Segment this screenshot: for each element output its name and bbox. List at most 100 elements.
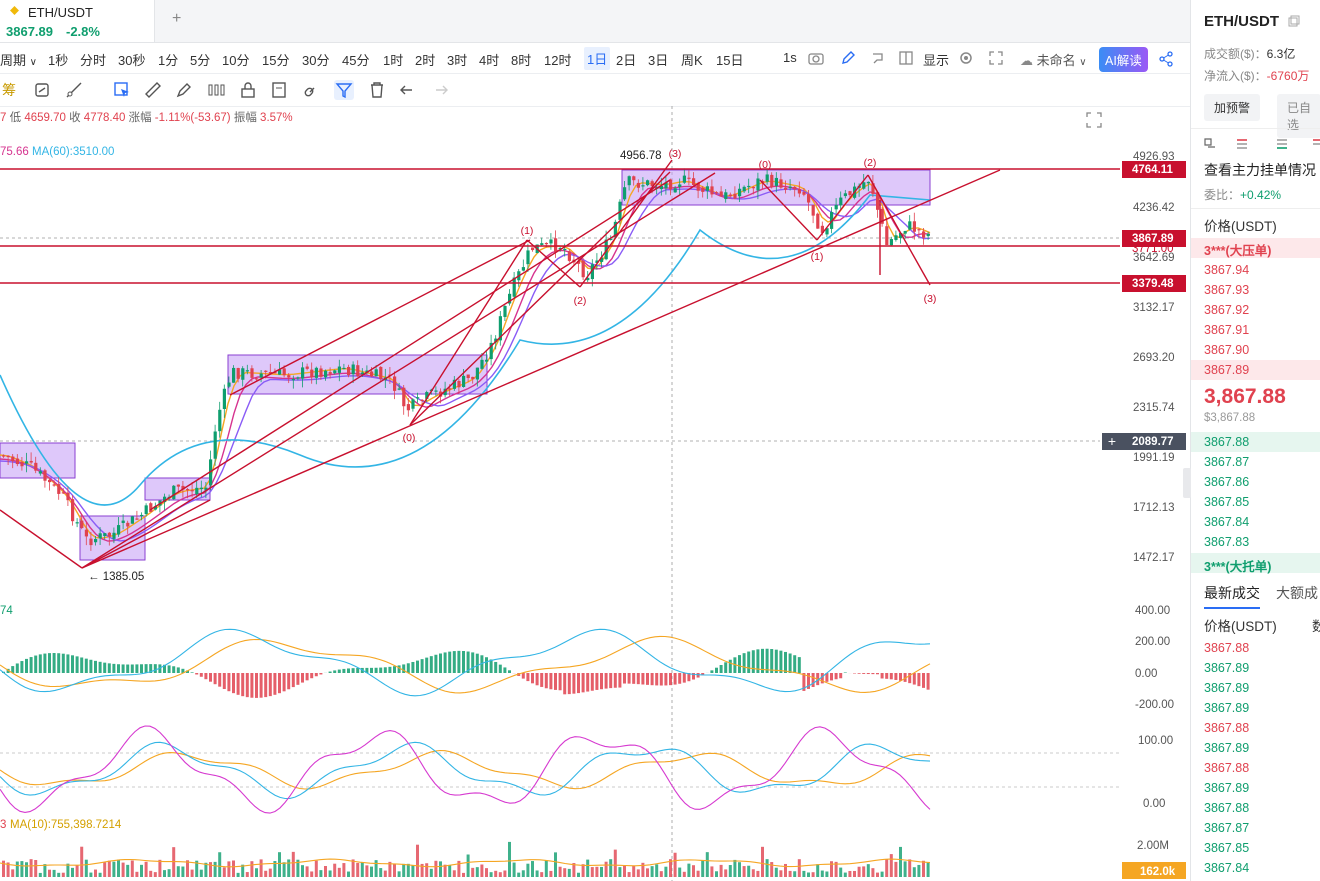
candle-body <box>738 188 742 197</box>
ray-line-icon[interactable] <box>64 80 84 100</box>
orderbook-more-icon[interactable] <box>1311 137 1320 151</box>
current-price-tag: 3867.89 <box>1132 233 1174 245</box>
wave-label: (2) <box>864 157 877 169</box>
interval-11[interactable]: 2时 <box>415 50 435 69</box>
filter-icon[interactable] <box>334 80 354 100</box>
interval-9[interactable]: 45分 <box>342 50 369 69</box>
interval-16[interactable]: 1日 <box>584 47 611 70</box>
interval-3[interactable]: 30秒 <box>118 50 145 69</box>
trash-icon[interactable] <box>367 80 387 100</box>
layout-selector[interactable]: ☁ 未命名 ∨ <box>1020 50 1087 69</box>
interval-13[interactable]: 4时 <box>479 50 499 69</box>
interval-15[interactable]: 12时 <box>544 50 571 69</box>
interval-10[interactable]: 1时 <box>383 50 403 69</box>
orderbook-both-icon[interactable] <box>1203 137 1217 151</box>
volume-bar <box>25 862 28 877</box>
big-bid-label: 3***(大托单) <box>1204 560 1272 574</box>
watchlist-button[interactable]: 已自选 <box>1277 94 1320 138</box>
interval-5[interactable]: 5分 <box>190 50 210 69</box>
interval-1[interactable]: 1秒 <box>48 50 68 69</box>
interval-7[interactable]: 15分 <box>262 50 289 69</box>
ruler-icon[interactable] <box>143 80 163 100</box>
orderbook-asks-icon[interactable] <box>1235 137 1249 151</box>
copy-icon[interactable] <box>1288 15 1300 27</box>
candle-body <box>61 492 65 494</box>
ai-analyze-button[interactable]: AI解读 <box>1099 47 1148 72</box>
volume-bar <box>117 859 120 877</box>
pattern-icon[interactable] <box>206 80 226 100</box>
ask-price[interactable]: 3867.94 <box>1204 263 1249 277</box>
macd-bar <box>333 670 337 673</box>
volume-bar <box>466 854 470 877</box>
interval-4[interactable]: 1分 <box>158 50 178 69</box>
ask-price[interactable]: 3867.91 <box>1204 323 1249 337</box>
link-icon[interactable] <box>302 80 322 100</box>
display-button[interactable]: 显示 <box>923 50 949 69</box>
chip-distribution-button[interactable]: 筹 <box>2 80 16 100</box>
layout-icon[interactable] <box>898 50 914 66</box>
interval-20[interactable]: 15日 <box>716 50 743 69</box>
symbol-tab[interactable]: ETH/USDT 3867.89 -2.8% <box>0 0 155 42</box>
candle-body <box>632 176 636 181</box>
bid-price[interactable]: 3867.85 <box>1204 495 1249 509</box>
pen-icon[interactable] <box>840 50 856 66</box>
select-cursor-icon[interactable] <box>112 80 132 100</box>
macd-bar <box>682 673 686 683</box>
wave-label: (1) <box>811 251 824 263</box>
period-selector[interactable]: 周期 ∨ <box>0 50 37 69</box>
interval-6[interactable]: 10分 <box>222 50 249 69</box>
bid-price[interactable]: 3867.88 <box>1204 435 1249 449</box>
volume-bar <box>866 864 870 877</box>
bid-price[interactable]: 3867.83 <box>1204 535 1249 549</box>
macd-bar <box>586 673 590 692</box>
ask-price[interactable]: 3867.89 <box>1204 363 1249 377</box>
ask-price[interactable]: 3867.93 <box>1204 283 1249 297</box>
fullscreen-icon[interactable] <box>988 50 1004 66</box>
redo-icon[interactable] <box>430 80 450 100</box>
macd-bar <box>494 661 498 673</box>
macd-bar <box>862 673 866 674</box>
volume-bar <box>149 870 153 877</box>
lock-icon[interactable] <box>238 80 258 100</box>
drawing-toolbar: 筹 <box>0 74 1190 107</box>
edit-note-icon[interactable] <box>270 80 290 100</box>
interval-18[interactable]: 3日 <box>648 50 668 69</box>
bid-price[interactable]: 3867.87 <box>1204 455 1249 469</box>
panel-collapse-handle[interactable] <box>1183 468 1191 498</box>
macd-bar <box>866 673 870 675</box>
add-tab-button[interactable]: + <box>172 10 181 28</box>
interval-8[interactable]: 30分 <box>302 50 329 69</box>
main-orders-link[interactable]: 查看主力挂单情况 <box>1204 160 1316 180</box>
tab-latest-trades[interactable]: 最新成交 <box>1204 583 1260 609</box>
interval-19[interactable]: 周K <box>681 50 703 69</box>
magnet-icon[interactable] <box>32 80 52 100</box>
speed-button[interactable]: 1s <box>783 50 797 65</box>
orderbook-bids-icon[interactable] <box>1275 137 1289 151</box>
macd-bar <box>209 673 212 682</box>
bid-price[interactable]: 3867.86 <box>1204 475 1249 489</box>
bid-price[interactable]: 3867.84 <box>1204 515 1249 529</box>
interval-17[interactable]: 2日 <box>616 50 636 69</box>
kdj-d-line <box>0 749 931 790</box>
interval-2[interactable]: 分时 <box>80 50 106 69</box>
interval-12[interactable]: 3时 <box>447 50 467 69</box>
volume-ma-label: MA(10):755,398.7214 <box>10 819 122 831</box>
tab-large-trades[interactable]: 大额成 <box>1276 583 1318 603</box>
camera-icon[interactable] <box>808 51 824 65</box>
gear-icon[interactable] <box>958 50 974 66</box>
volume-bar <box>885 859 889 877</box>
candle-body <box>682 175 686 183</box>
kline-chart[interactable]: (0) (1) (2) (3) (0) (1) (2) (3) 4956.78 ← 1385.05… <box>0 106 1190 881</box>
ask-price[interactable]: 3867.92 <box>1204 303 1249 317</box>
macd-bar <box>462 651 465 673</box>
candle-body <box>393 376 397 391</box>
candle-body <box>15 458 19 465</box>
share-icon[interactable] <box>1158 51 1174 67</box>
brush-icon[interactable] <box>174 80 194 100</box>
undo-icon[interactable] <box>398 80 418 100</box>
ask-price[interactable]: 3867.90 <box>1204 343 1249 357</box>
add-alert-button[interactable]: 加预警 <box>1204 94 1261 121</box>
interval-14[interactable]: 8时 <box>511 50 531 69</box>
undo-draw-icon[interactable] <box>870 50 886 66</box>
volume-bar <box>462 872 465 877</box>
